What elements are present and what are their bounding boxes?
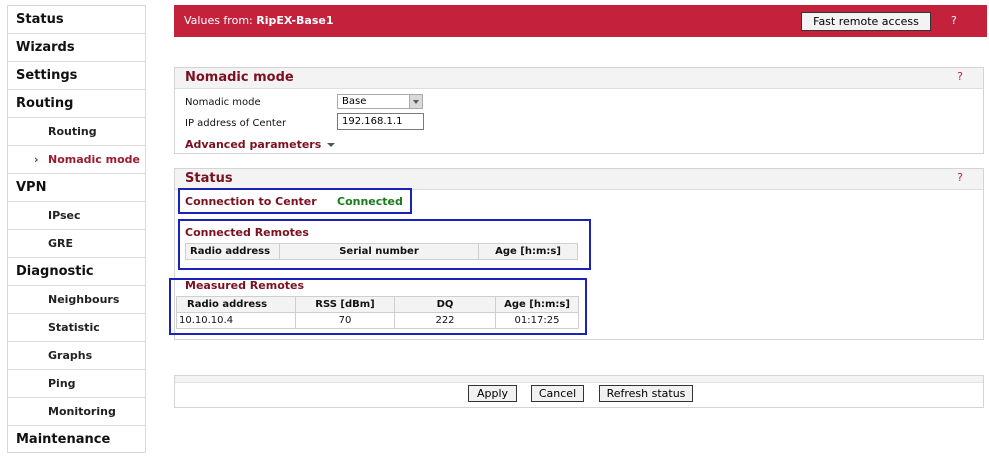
sidebar-item-routing-group[interactable]: Routing (8, 90, 145, 118)
apply-button[interactable]: Apply (468, 385, 517, 402)
nomadic-mode-panel: Nomadic mode ? Nomadic mode Base IP addr… (174, 67, 984, 154)
sidebar-item-graphs[interactable]: Graphs (8, 342, 145, 370)
nomadic-mode-panel-header: Nomadic mode ? (175, 68, 983, 89)
sidebar-item-statistic[interactable]: Statistic (8, 314, 145, 342)
refresh-status-button[interactable]: Refresh status (599, 385, 693, 402)
caret-down-icon (327, 143, 336, 147)
sidebar-item-neighbours[interactable]: Neighbours (8, 286, 145, 314)
ip-address-input[interactable]: 192.168.1.1 (337, 113, 424, 130)
nomadic-mode-value: Base (342, 96, 367, 107)
sidebar-item-ping[interactable]: Ping (8, 370, 145, 398)
cancel-button[interactable]: Cancel (531, 385, 584, 402)
sidebar-item-vpn[interactable]: VPN (8, 174, 145, 202)
ip-address-label: IP address of Center (185, 118, 287, 129)
highlight-box-measured-remotes (169, 278, 587, 335)
sidebar-nav: Status Wizards Settings Routing Routing … (7, 5, 146, 453)
nomadic-help-icon[interactable]: ? (957, 70, 963, 83)
sidebar-item-settings[interactable]: Settings (8, 62, 145, 90)
sidebar-item-monitoring[interactable]: Monitoring (8, 398, 145, 426)
sidebar-item-maintenance[interactable]: Maintenance (8, 426, 145, 454)
action-panel-strip (175, 376, 983, 383)
sidebar-item-ipsec[interactable]: IPsec (8, 202, 145, 230)
sidebar-item-gre[interactable]: GRE (8, 230, 145, 258)
sidebar-item-nomadic-mode[interactable]: › Nomadic mode (8, 146, 145, 174)
sidebar-item-label: Nomadic mode (48, 153, 140, 166)
sidebar-item-diagnostic[interactable]: Diagnostic (8, 258, 145, 286)
status-title: Status (185, 171, 233, 186)
chevron-down-icon (409, 95, 422, 108)
fast-remote-access-button[interactable]: Fast remote access (801, 12, 931, 31)
header-help-icon[interactable]: ? (951, 14, 957, 27)
advanced-parameters-label: Advanced parameters (185, 138, 322, 151)
active-arrow-icon: › (34, 153, 39, 166)
nomadic-mode-label: Nomadic mode (185, 97, 261, 108)
status-help-icon[interactable]: ? (957, 171, 963, 184)
highlight-box-connected-remotes (178, 219, 591, 270)
values-from-prefix: Values from: (184, 14, 257, 27)
action-panel: Apply Cancel Refresh status (174, 375, 984, 408)
sidebar-item-routing[interactable]: Routing (8, 118, 145, 146)
highlight-box-connection (178, 188, 412, 214)
sidebar-item-wizards[interactable]: Wizards (8, 34, 145, 62)
advanced-parameters-toggle[interactable]: Advanced parameters (185, 138, 336, 151)
nomadic-mode-title: Nomadic mode (185, 70, 294, 85)
device-name: RipEX-Base1 (256, 14, 334, 27)
values-from-label: Values from: RipEX-Base1 (184, 14, 334, 27)
status-panel-header: Status ? (175, 169, 983, 190)
nomadic-mode-select[interactable]: Base (337, 94, 423, 109)
sidebar-item-status[interactable]: Status (8, 6, 145, 34)
header-bar: Values from: RipEX-Base1 Fast remote acc… (174, 5, 987, 37)
